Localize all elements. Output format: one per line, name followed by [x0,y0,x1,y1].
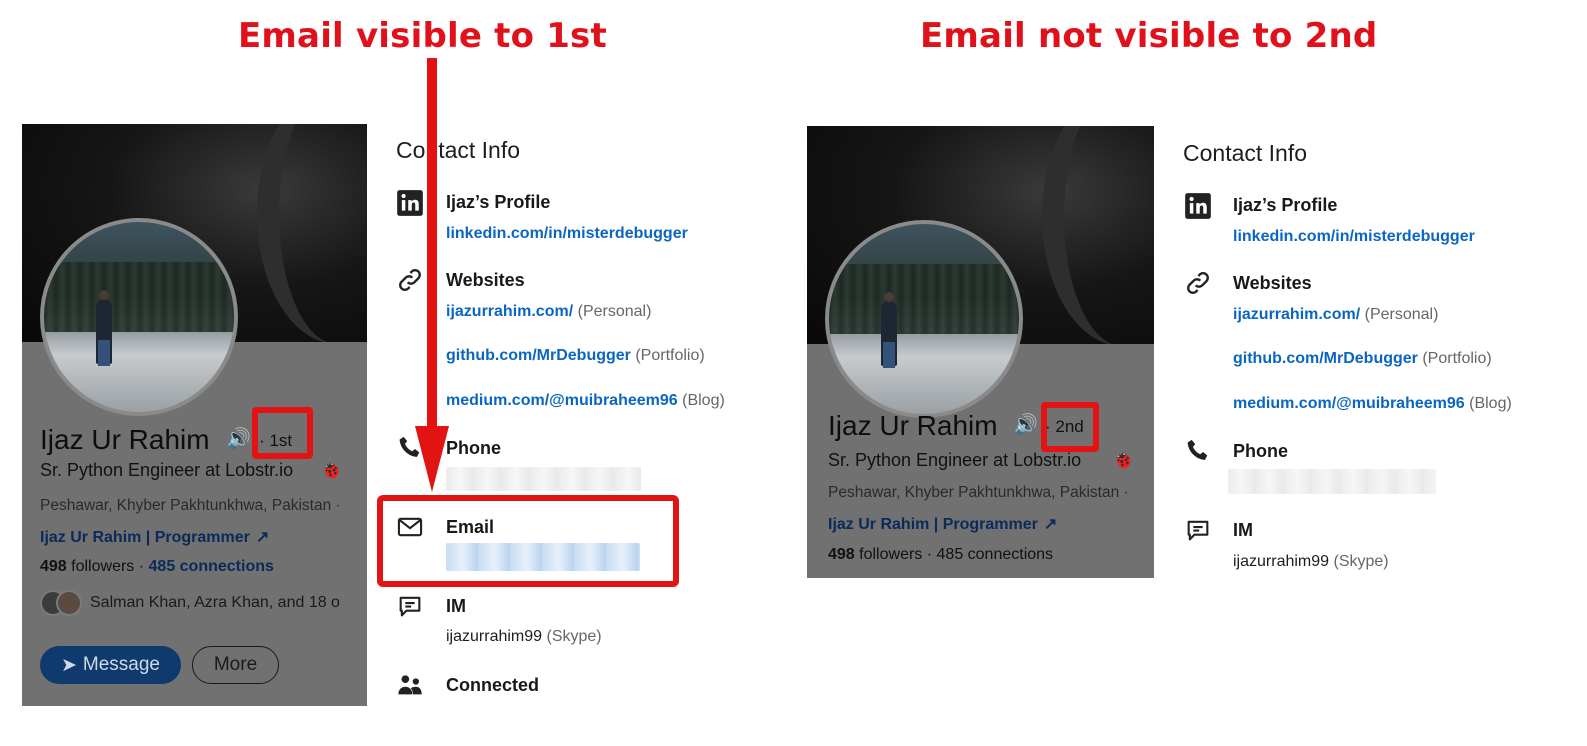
highlight-degree-1st [252,407,313,459]
profile-website-link[interactable]: Ijaz Ur Rahim | Programmer ↗ [828,514,1057,534]
send-icon: ➤ [60,654,77,676]
profile-headline: Sr. Python Engineer at Lobstr.io [40,460,294,480]
profile-url-link[interactable]: linkedin.com/in/misterdebugger [446,225,688,243]
phone-icon [1184,437,1212,465]
website-link-portfolio[interactable]: github.com/MrDebugger (Portfolio) [1233,350,1492,368]
avatar[interactable] [825,220,1023,418]
contact-info-title: Contact Info [1183,140,1308,166]
company-logo-icon: 🐞 [320,460,343,480]
linkedin-icon [396,189,424,217]
highlight-degree-2nd [1041,402,1099,452]
websites-label: Websites [446,270,525,290]
linkedin-icon [1184,192,1212,220]
profile-name: Ijaz Ur Rahim [40,424,210,455]
message-button[interactable]: ➤ Message [40,646,181,684]
website-link-portfolio[interactable]: github.com/MrDebugger (Portfolio) [446,347,705,365]
website-link-personal[interactable]: ijazurrahim.com/ (Personal) [1233,306,1438,324]
profile-card-left: Ijaz Ur Rahim 🔊 · 1st Sr. Python Enginee… [22,124,367,706]
caption-left: Email visible to 1st [238,16,607,56]
avatar [56,590,82,616]
speaker-icon[interactable]: 🔊 [226,426,251,451]
profile-url-link[interactable]: linkedin.com/in/misterdebugger [1233,228,1475,246]
external-link-icon: ↗ [1043,516,1058,533]
phone-label: Phone [1233,441,1289,461]
contact-info-title: Contact Info [396,137,521,163]
chat-bubble-icon [1184,516,1212,544]
im-label: IM [446,596,466,616]
highlight-email [377,495,679,587]
link-icon [396,266,424,294]
profile-stats: 498 followers · 485 connections [40,558,274,575]
connections-link[interactable]: 485 connections [937,546,1054,563]
company-logo-icon: 🐞 [1112,450,1135,470]
website-link-personal[interactable]: ijazurrahim.com/ (Personal) [446,303,651,321]
websites-label: Websites [1233,273,1312,293]
profile-stats: 498 followers · 485 connections [828,546,1054,563]
avatar[interactable] [40,218,238,416]
website-link-blog[interactable]: medium.com/@muibraheem96 (Blog) [446,392,725,410]
profile-label: Ijaz’s Profile [446,192,551,212]
connections-link[interactable]: 485 connections [149,558,274,575]
link-icon [1184,269,1212,297]
external-link-icon: ↗ [255,529,270,546]
profile-name: Ijaz Ur Rahim [828,410,998,441]
chat-bubble-icon [396,592,424,620]
phone-label: Phone [446,438,502,458]
profile-location: Peshawar, Khyber Pakhtunkhwa, Pakistan · [40,497,341,514]
speaker-icon[interactable]: 🔊 [1013,412,1038,437]
im-label: IM [1233,520,1253,540]
people-icon [396,671,424,699]
profile-website-link[interactable]: Ijaz Ur Rahim | Programmer ↗ [40,527,269,547]
caption-right: Email not visible to 2nd [920,16,1378,56]
annotation-arrow-shaft [427,58,437,430]
more-button[interactable]: More [192,646,279,684]
im-value: ijazurrahim99 (Skype) [446,628,602,645]
im-value: ijazurrahim99 (Skype) [1233,553,1389,570]
profile-label: Ijaz’s Profile [1233,195,1338,215]
profile-location: Peshawar, Khyber Pakhtunkhwa, Pakistan · [828,484,1129,501]
website-link-blog[interactable]: medium.com/@muibraheem96 (Blog) [1233,395,1512,413]
profile-card-right: Ijaz Ur Rahim 🔊 · 2nd Sr. Python Enginee… [807,126,1154,578]
connected-label: Connected [446,675,540,695]
annotation-arrow-head [415,426,449,492]
mutual-connections[interactable]: Salman Khan, Azra Khan, and 18 o [40,590,340,616]
profile-headline: Sr. Python Engineer at Lobstr.io [828,450,1082,470]
phone-value-blurred [446,467,641,491]
phone-value-blurred [1228,469,1436,494]
